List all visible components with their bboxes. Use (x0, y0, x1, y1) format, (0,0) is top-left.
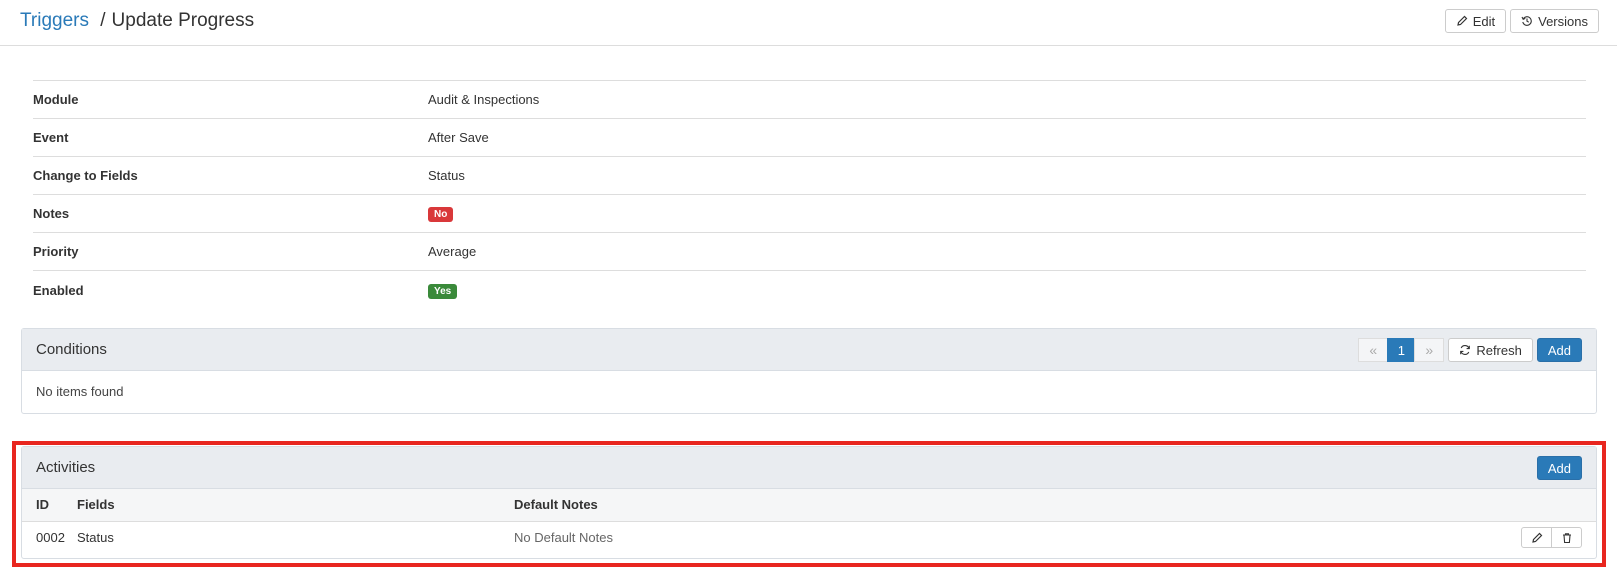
detail-row-event: Event After Save (33, 119, 1586, 157)
detail-row-change-to-fields: Change to Fields Status (33, 157, 1586, 195)
column-header-id: ID (22, 489, 77, 522)
edit-activity-button[interactable] (1521, 527, 1552, 549)
add-activity-button[interactable]: Add (1536, 456, 1582, 480)
detail-value: After Save (428, 130, 489, 145)
breadcrumb-link-triggers[interactable]: Triggers (20, 10, 89, 31)
detail-label: Change to Fields (33, 168, 138, 183)
conditions-empty-text: No items found (36, 384, 124, 399)
activity-fields: Status (77, 530, 114, 546)
pagination-prev[interactable]: « (1358, 338, 1389, 362)
conditions-panel: Conditions « 1 » Refresh Add No items fo… (21, 328, 1597, 414)
edit-button[interactable]: Edit (1444, 9, 1507, 33)
pagination-page[interactable]: 1 (1387, 338, 1416, 362)
detail-row-module: Module Audit & Inspections (33, 81, 1586, 119)
detail-label: Module (33, 92, 79, 107)
trash-icon (1562, 533, 1571, 543)
conditions-title: Conditions (36, 341, 107, 358)
detail-value: Status (428, 168, 465, 183)
refresh-icon (1460, 345, 1471, 355)
pagination: « 1 » (1358, 338, 1445, 362)
delete-activity-button[interactable] (1551, 527, 1582, 549)
pencil-icon (1531, 532, 1542, 543)
pencil-icon (1456, 15, 1468, 26)
column-header-default-notes: Default Notes (514, 489, 1130, 522)
activity-id: 0002 (36, 530, 65, 546)
detail-label: Priority (33, 244, 79, 259)
detail-label: Enabled (33, 282, 84, 298)
pagination-next[interactable]: » (1414, 338, 1445, 362)
column-header-fields: Fields (77, 489, 514, 522)
versions-button[interactable]: Versions (1510, 9, 1599, 33)
activities-panel: Activities Add ID Fields Default Notes 0… (21, 446, 1597, 559)
refresh-button[interactable]: Refresh (1448, 338, 1533, 362)
detail-label: Notes (33, 206, 70, 221)
column-header-actions (1129, 489, 1596, 522)
table-row: 0002 Status No Default Notes (22, 521, 1596, 554)
row-actions (1130, 521, 1596, 554)
detail-row-priority: Priority Average (33, 233, 1586, 271)
detail-value: Audit & Inspections (428, 92, 540, 107)
versions-label: Versions (1538, 13, 1588, 29)
detail-value: Average (428, 244, 477, 259)
page-header: Triggers / Update Progress Edit Versions (0, 0, 1617, 46)
refresh-label: Refresh (1476, 342, 1522, 358)
activities-table: ID Fields Default Notes 0002 Status No D… (22, 489, 1596, 554)
notes-status-badge: No (428, 207, 454, 222)
detail-label: Event (33, 130, 69, 145)
edit-label: Edit (1472, 13, 1496, 29)
detail-row-enabled: Enabled Yes (33, 271, 1586, 309)
detail-row-notes: Notes No (33, 195, 1586, 233)
history-icon (1521, 16, 1532, 26)
activity-default-notes: No Default Notes (514, 530, 613, 546)
trigger-details: Module Audit & Inspections Event After S… (33, 80, 1586, 309)
table-header-row: ID Fields Default Notes (22, 489, 1596, 522)
enabled-status-badge: Yes (428, 283, 458, 299)
breadcrumb: Triggers / Update Progress (20, 10, 254, 32)
page-title: Update Progress (111, 10, 255, 31)
activities-title: Activities (36, 459, 96, 476)
breadcrumb-separator: / (100, 10, 106, 31)
add-condition-button[interactable]: Add (1536, 338, 1582, 362)
